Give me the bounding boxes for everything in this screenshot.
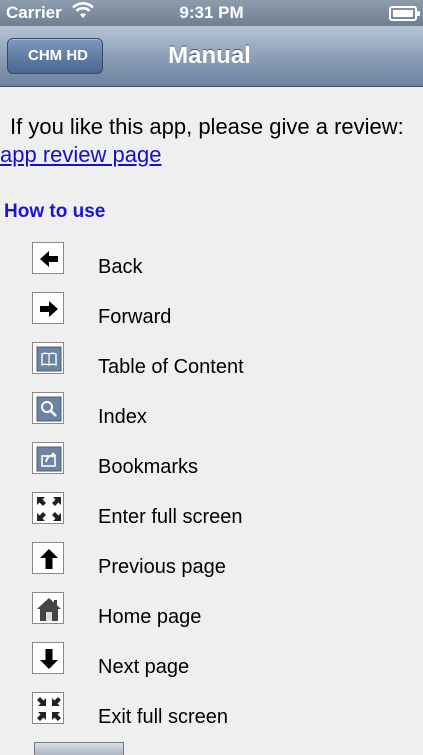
clock: 9:31 PM: [179, 3, 244, 22]
item-label: Index: [98, 406, 147, 428]
list-item: Table of Content: [32, 342, 412, 382]
app-review-link[interactable]: app review page: [0, 142, 161, 167]
item-label: Table of Content: [98, 356, 244, 378]
down-arrow-icon: [32, 642, 64, 674]
list-item: Previous page: [32, 542, 412, 582]
book-icon: [32, 342, 64, 374]
list-item: Next page: [32, 642, 412, 682]
list-item: Exit full screen: [32, 692, 412, 732]
item-label: Previous page: [98, 556, 226, 578]
back-arrow-icon: [32, 242, 64, 274]
item-label: Enter full screen: [98, 506, 243, 528]
list-item: Enter full screen: [32, 492, 412, 532]
item-label: Exit full screen: [98, 706, 229, 728]
status-bar: Carrier 9:31 PM: [0, 0, 423, 26]
intro-text: If you like this app, please give a revi…: [0, 114, 404, 167]
item-label: Back: [98, 256, 143, 278]
item-label: Next page: [98, 656, 190, 678]
forward-arrow-icon: [32, 292, 64, 324]
item-label: Bookmarks: [98, 456, 199, 478]
collapse-icon: [32, 692, 64, 724]
navigation-bar: Manual CHM HD: [0, 26, 423, 87]
back-button[interactable]: CHM HD: [7, 38, 103, 74]
magnifier-icon: [32, 392, 64, 424]
battery-icon: [389, 6, 420, 21]
up-arrow-icon: [32, 542, 64, 574]
home-icon: [32, 592, 64, 624]
list-item: Home page: [32, 592, 412, 632]
share-icon: [32, 442, 64, 474]
section-title: How to use: [4, 201, 106, 222]
list-item: Bookmarks: [32, 442, 412, 482]
toolbar-screenshot-image: [34, 742, 124, 755]
expand-icon: [32, 492, 64, 524]
list-item: Forward: [32, 292, 412, 332]
item-label: Forward: [98, 306, 172, 328]
list-item: Back: [32, 242, 412, 282]
list-item: Index: [32, 392, 412, 432]
item-label: Home page: [98, 606, 202, 628]
